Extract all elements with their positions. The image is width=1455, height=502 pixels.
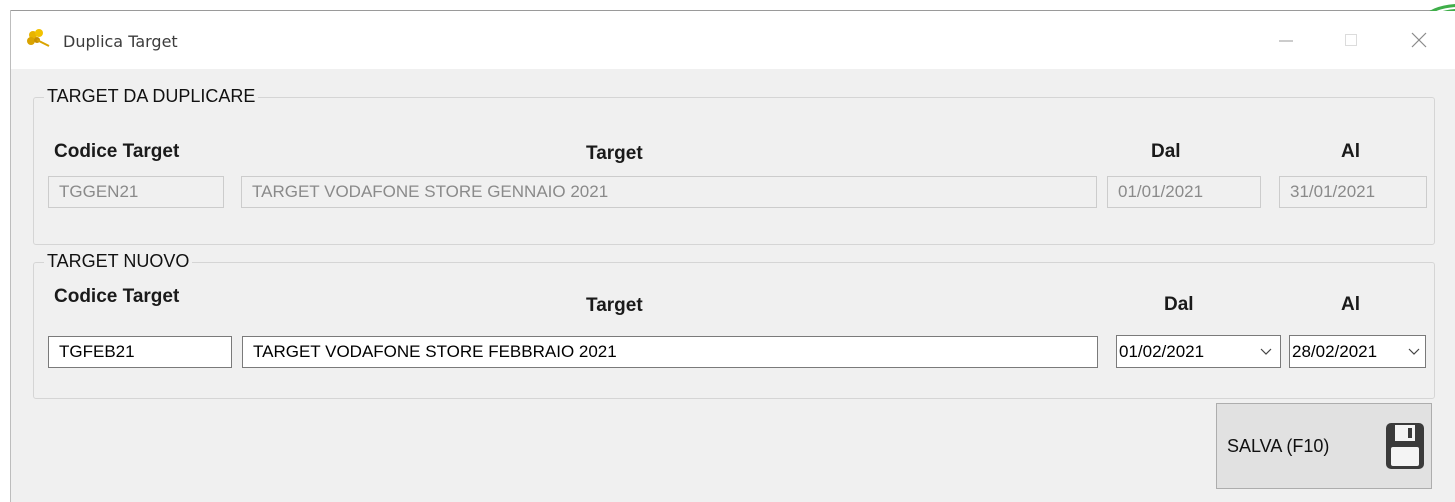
source-code-header: Codice Target [54,141,180,162]
new-to-date-value: 28/02/2021 [1292,342,1378,361]
save-button-label: SALVA (F10) [1227,436,1330,456]
new-target-header: Target [586,295,643,316]
source-from-header: Dal [1151,141,1181,162]
window-title: Duplica Target [63,32,178,51]
new-from-date-picker[interactable]: 01/02/2021 [1116,335,1281,368]
new-to-date-picker[interactable]: 28/02/2021 [1289,335,1426,368]
floppy-disk-icon [1386,423,1424,469]
source-group-legend: TARGET DA DUPLICARE [44,86,259,107]
new-code-input[interactable]: TGFEB21 [48,336,232,368]
source-to-field: 31/01/2021 [1279,176,1427,208]
close-icon [1411,32,1427,48]
source-target-group: TARGET DA DUPLICARE Codice Target Target… [33,86,1435,245]
maximize-button[interactable] [1329,23,1373,57]
title-bar[interactable]: Duplica Target [11,11,1455,69]
source-from-field: 01/01/2021 [1107,176,1261,208]
source-target-field: TARGET VODAFONE STORE GENNAIO 2021 [241,176,1097,208]
source-to-header: Al [1341,141,1360,162]
new-target-input[interactable]: TARGET VODAFONE STORE FEBBRAIO 2021 [242,336,1098,368]
chevron-down-icon[interactable] [1260,336,1274,367]
new-code-header: Codice Target [54,286,180,307]
save-button[interactable]: SALVA (F10) [1216,403,1432,489]
new-group-legend: TARGET NUOVO [44,251,193,272]
new-from-date-value: 01/02/2021 [1119,342,1205,361]
app-flower-icon [27,29,50,47]
source-target-header: Target [586,143,643,164]
new-target-group: TARGET NUOVO Codice Target Target Dal Al… [33,251,1435,399]
close-button[interactable] [1397,23,1441,57]
minimize-icon [1279,40,1293,42]
maximize-icon [1345,34,1357,46]
chevron-down-icon[interactable] [1408,336,1422,367]
new-from-header: Dal [1164,294,1194,315]
source-code-field: TGGEN21 [48,176,224,208]
duplica-target-window: Duplica Target TARGET DA DUPLICARE Codic… [11,11,1455,502]
minimize-button[interactable] [1264,23,1308,57]
new-to-header: Al [1341,294,1360,315]
